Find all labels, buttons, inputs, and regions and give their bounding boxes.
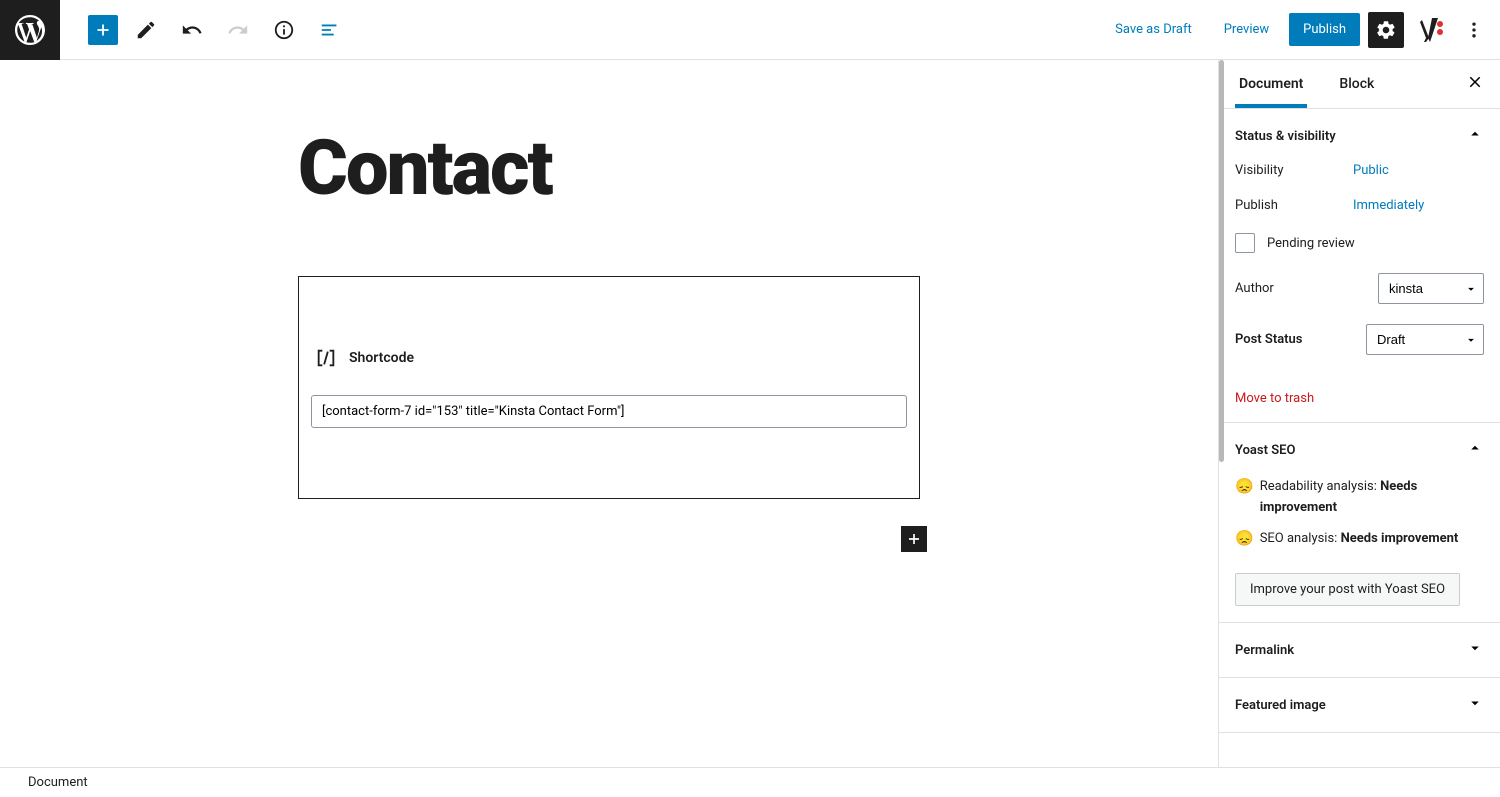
- visibility-label: Visibility: [1235, 163, 1353, 178]
- pencil-icon: [135, 19, 157, 41]
- pending-review-label: Pending review: [1267, 236, 1355, 251]
- post-status-label: Post Status: [1235, 332, 1353, 347]
- chevron-up-icon: [1466, 439, 1484, 461]
- more-vertical-icon: [1464, 20, 1484, 40]
- close-icon: [1466, 73, 1484, 91]
- settings-button[interactable]: [1368, 12, 1404, 48]
- seo-analysis: SEO analysis: Needs improvement: [1260, 529, 1459, 550]
- info-icon: [273, 19, 295, 41]
- move-to-trash-button[interactable]: Move to trash: [1235, 391, 1314, 406]
- sad-face-icon: 😞: [1235, 479, 1254, 494]
- panel-featured-header[interactable]: Featured image: [1219, 678, 1500, 732]
- preview-button[interactable]: Preview: [1212, 14, 1281, 45]
- info-button[interactable]: [266, 12, 302, 48]
- panel-yoast-header[interactable]: Yoast SEO: [1219, 423, 1500, 477]
- panel-yoast-seo: Yoast SEO 😞 Readability analysis: Needs …: [1219, 422, 1500, 623]
- add-block-button[interactable]: [88, 15, 118, 45]
- toolbar-right: Save as Draft Preview Publish: [1103, 12, 1500, 48]
- panel-status-visibility: Status & visibility Visibility Public Pu…: [1219, 108, 1500, 423]
- chevron-down-icon: [1466, 694, 1484, 716]
- author-label: Author: [1235, 281, 1353, 296]
- editor-topbar: Save as Draft Preview Publish: [0, 0, 1500, 60]
- sad-face-icon: 😞: [1235, 531, 1254, 546]
- editor-canvas[interactable]: Contact Shortcode: [0, 60, 1218, 767]
- tab-document[interactable]: Document: [1235, 60, 1307, 108]
- chevron-down-icon: [1466, 639, 1484, 661]
- save-draft-button[interactable]: Save as Draft: [1103, 14, 1204, 45]
- readability-analysis: Readability analysis: Needs improvement: [1260, 477, 1484, 519]
- settings-sidebar: Document Block Status & visibility Visib…: [1218, 60, 1500, 767]
- close-sidebar-button[interactable]: [1466, 73, 1484, 95]
- add-block-after-button[interactable]: [901, 526, 927, 552]
- shortcode-input[interactable]: [311, 395, 907, 428]
- more-options-button[interactable]: [1456, 12, 1492, 48]
- page-title[interactable]: Contact: [298, 130, 920, 206]
- yoast-button[interactable]: [1412, 12, 1448, 48]
- publish-value[interactable]: Immediately: [1353, 198, 1424, 213]
- sidebar-scrollbar[interactable]: [1219, 60, 1224, 462]
- plus-icon: [92, 19, 114, 41]
- shortcode-block[interactable]: Shortcode: [298, 276, 920, 499]
- panel-featured-image: Featured image: [1219, 677, 1500, 733]
- publish-label: Publish: [1235, 198, 1353, 213]
- undo-button[interactable]: [174, 12, 210, 48]
- outline-button[interactable]: [312, 12, 348, 48]
- post-status-select[interactable]: Draft: [1366, 324, 1484, 355]
- redo-button[interactable]: [220, 12, 256, 48]
- plus-icon: [904, 529, 924, 549]
- outline-icon: [319, 19, 341, 41]
- undo-icon: [181, 19, 203, 41]
- publish-button[interactable]: Publish: [1289, 13, 1360, 46]
- edit-mode-button[interactable]: [128, 12, 164, 48]
- yoast-icon: [1416, 16, 1444, 44]
- tab-block[interactable]: Block: [1335, 60, 1378, 108]
- breadcrumb[interactable]: Document: [28, 775, 88, 790]
- panel-permalink: Permalink: [1219, 622, 1500, 678]
- pending-review-checkbox[interactable]: [1235, 233, 1255, 253]
- visibility-value[interactable]: Public: [1353, 163, 1389, 178]
- shortcode-icon: [315, 347, 337, 369]
- author-select[interactable]: kinsta: [1378, 273, 1484, 304]
- sidebar-tabs: Document Block: [1219, 60, 1500, 108]
- redo-icon: [227, 19, 249, 41]
- gear-icon: [1375, 19, 1397, 41]
- yoast-improve-button[interactable]: Improve your post with Yoast SEO: [1235, 573, 1460, 606]
- panel-permalink-header[interactable]: Permalink: [1219, 623, 1500, 677]
- editor-footer: Document: [0, 767, 1500, 797]
- chevron-up-icon: [1466, 125, 1484, 147]
- wordpress-logo-button[interactable]: [0, 0, 60, 60]
- panel-status-header[interactable]: Status & visibility: [1219, 109, 1500, 163]
- block-label: Shortcode: [349, 350, 414, 366]
- toolbar-left: [60, 12, 348, 48]
- wordpress-logo-icon: [12, 12, 48, 48]
